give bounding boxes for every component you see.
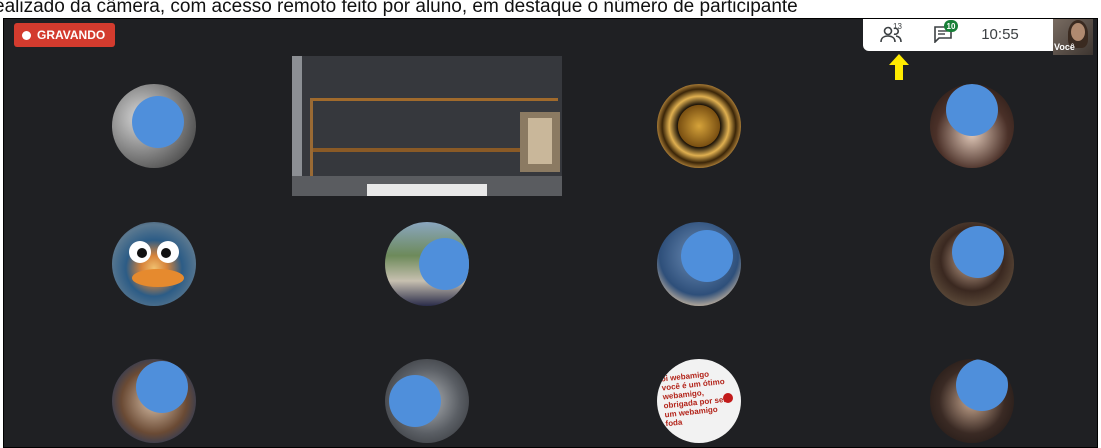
- blurred-face: [956, 359, 1008, 411]
- arrow-up-icon: [889, 54, 909, 80]
- self-view[interactable]: Você: [1053, 19, 1093, 55]
- participant-tile[interactable]: oi webamigo você é um ótimo webamigo, ob…: [657, 359, 741, 443]
- blurred-face: [681, 230, 733, 282]
- self-label: Você: [1054, 42, 1075, 52]
- blurred-face: [132, 96, 184, 148]
- blurred-face: [389, 375, 441, 427]
- rose-image: [723, 393, 733, 403]
- participant-tile[interactable]: [930, 222, 1014, 306]
- message-image-text: oi webamigo você é um ótimo webamigo, ob…: [660, 369, 727, 429]
- meeting-window: GRAVANDO 13 10 10:55 Você oi webamigo vo…: [3, 18, 1098, 448]
- recording-badge: GRAVANDO: [14, 23, 116, 47]
- record-dot-icon: [22, 30, 31, 40]
- shared-camera-view[interactable]: [292, 56, 562, 196]
- participant-tile[interactable]: [657, 222, 741, 306]
- blurred-face: [952, 226, 1004, 278]
- chat-badge: 10: [944, 20, 958, 32]
- participant-tile[interactable]: [385, 359, 469, 443]
- figure-caption: ealizado da câmera, com acesso remoto fe…: [0, 0, 1101, 20]
- top-controls: 13 10 10:55: [863, 19, 1053, 51]
- blurred-face: [419, 238, 469, 290]
- blurred-face: [136, 361, 188, 413]
- participants-count: 13: [893, 22, 902, 31]
- participant-tile[interactable]: [385, 222, 469, 306]
- participant-tile[interactable]: [112, 359, 196, 443]
- participants-button[interactable]: 13: [863, 19, 919, 51]
- participant-tile[interactable]: [657, 84, 741, 168]
- chat-button[interactable]: 10: [919, 19, 967, 51]
- participant-tile[interactable]: [112, 84, 196, 168]
- participant-tile[interactable]: [930, 359, 1014, 443]
- recording-label: GRAVANDO: [37, 28, 106, 42]
- blurred-face: [946, 84, 998, 136]
- clock: 10:55: [981, 25, 1019, 43]
- participant-tile[interactable]: [112, 222, 196, 306]
- participant-tile[interactable]: [930, 84, 1014, 168]
